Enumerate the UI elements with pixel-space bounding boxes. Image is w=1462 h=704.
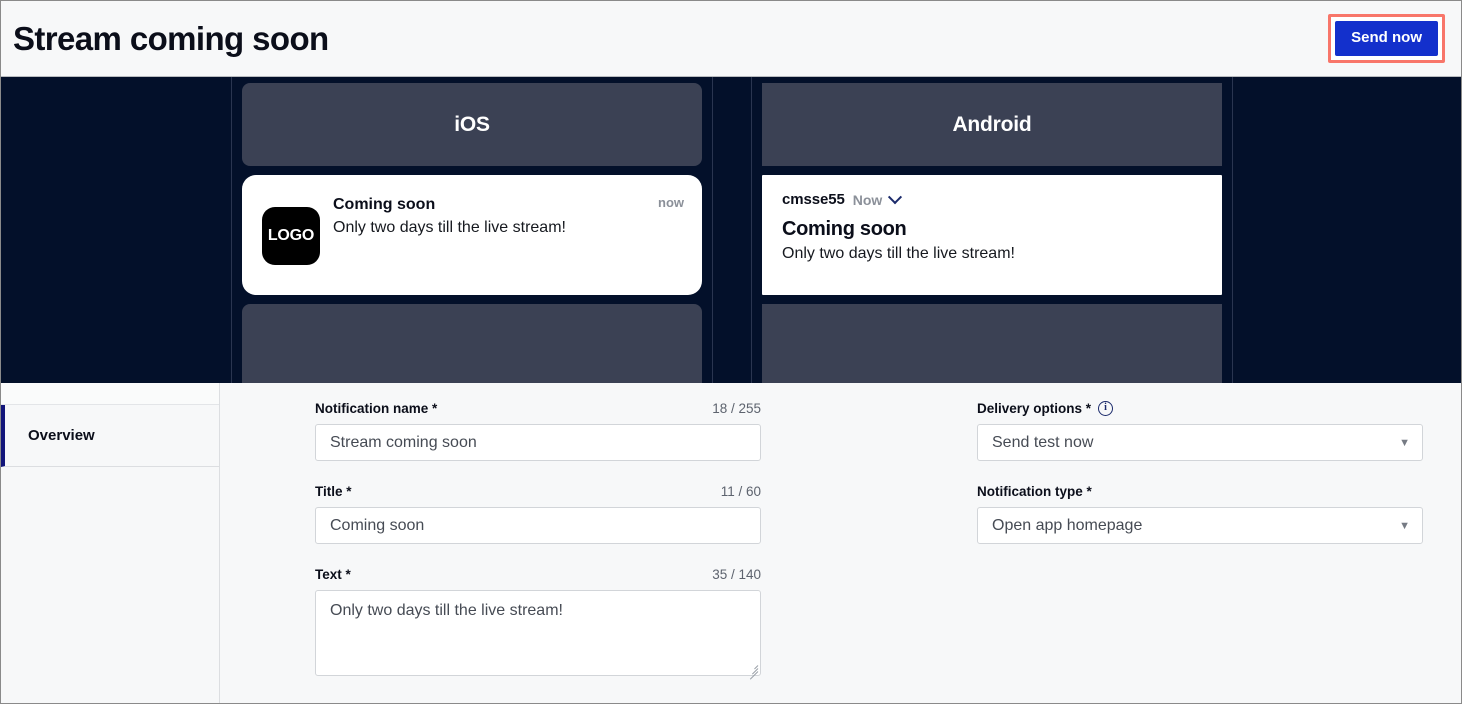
chevron-down-icon[interactable] [888, 189, 903, 204]
notification-name-input[interactable] [315, 424, 761, 461]
android-placeholder-panel [762, 304, 1222, 383]
ios-notification-title: Coming soon [333, 196, 436, 213]
android-notification-card: cmsse55 Now Coming soon Only two days ti… [762, 175, 1222, 295]
sidebar-top-strip [1, 383, 219, 405]
field-title: Title * 11 / 60 [315, 482, 761, 544]
delivery-options-label-text: Delivery options * [977, 400, 1092, 416]
text-counter: 35 / 140 [712, 566, 761, 582]
notification-preview-area: iOS LOGO Coming soon Only two days till … [1, 77, 1461, 383]
notification-name-counter: 18 / 255 [712, 400, 761, 416]
ios-notification-time: now [658, 195, 684, 210]
notification-name-label: Notification name * [315, 400, 438, 416]
ios-os-header: iOS [242, 83, 702, 166]
text-label: Text * [315, 566, 351, 582]
form-column-left: Notification name * 18 / 255 Title * 11 … [315, 399, 761, 697]
field-text: Text * 35 / 140 Only two days till the l… [315, 565, 761, 680]
notification-form: Notification name * 18 / 255 Title * 11 … [220, 383, 1461, 703]
android-notification-time: Now [852, 191, 883, 208]
ios-notification-card: LOGO Coming soon Only two days till the … [242, 175, 702, 295]
notification-type-value: Open app homepage [992, 517, 1143, 534]
android-app-name: cmsse55 [782, 191, 845, 208]
sidebar: Overview [1, 383, 220, 703]
field-notification-type: Notification type * Open app homepage ▼ [977, 482, 1423, 544]
android-notification-text: Only two days till the live stream! [782, 245, 1015, 262]
sidebar-item-overview[interactable]: Overview [1, 405, 219, 467]
field-delivery-options: Delivery options * i Send test now ▼ [977, 399, 1423, 461]
android-os-header: Android [762, 83, 1222, 166]
ios-placeholder-panel [242, 304, 702, 383]
chevron-down-icon: ▼ [1399, 520, 1410, 532]
android-preview-column: Android cmsse55 Now Coming soon Only two… [751, 77, 1233, 383]
android-os-label: Android [952, 112, 1032, 136]
delivery-options-label: Delivery options * i [977, 400, 1114, 416]
sidebar-item-label: Overview [28, 427, 95, 444]
delivery-options-value: Send test now [992, 434, 1094, 451]
text-textarea[interactable]: Only two days till the live stream! [315, 590, 761, 676]
send-now-highlight: Send now [1328, 14, 1445, 63]
ios-os-label: iOS [454, 112, 490, 136]
title-input[interactable] [315, 507, 761, 544]
field-notification-name: Notification name * 18 / 255 [315, 399, 761, 461]
android-notification-title: Coming soon [782, 218, 907, 240]
page-title: Stream coming soon [13, 20, 329, 57]
ios-preview-column: iOS LOGO Coming soon Only two days till … [231, 77, 713, 383]
form-column-right: Delivery options * i Send test now ▼ Not… [977, 399, 1423, 565]
title-label: Title * [315, 483, 352, 499]
app-window: Stream coming soon Send now iOS LOGO Com… [0, 0, 1462, 704]
notification-type-select[interactable]: Open app homepage ▼ [977, 507, 1423, 544]
title-counter: 11 / 60 [720, 483, 761, 499]
ios-notification-text: Only two days till the live stream! [333, 219, 566, 237]
top-header-bar: Stream coming soon Send now [1, 1, 1461, 77]
send-now-button[interactable]: Send now [1335, 21, 1438, 56]
app-logo-icon: LOGO [262, 207, 320, 265]
chevron-down-icon: ▼ [1399, 437, 1410, 449]
notification-type-label: Notification type * [977, 483, 1092, 499]
info-icon[interactable]: i [1098, 400, 1114, 416]
delivery-options-select[interactable]: Send test now ▼ [977, 424, 1423, 461]
